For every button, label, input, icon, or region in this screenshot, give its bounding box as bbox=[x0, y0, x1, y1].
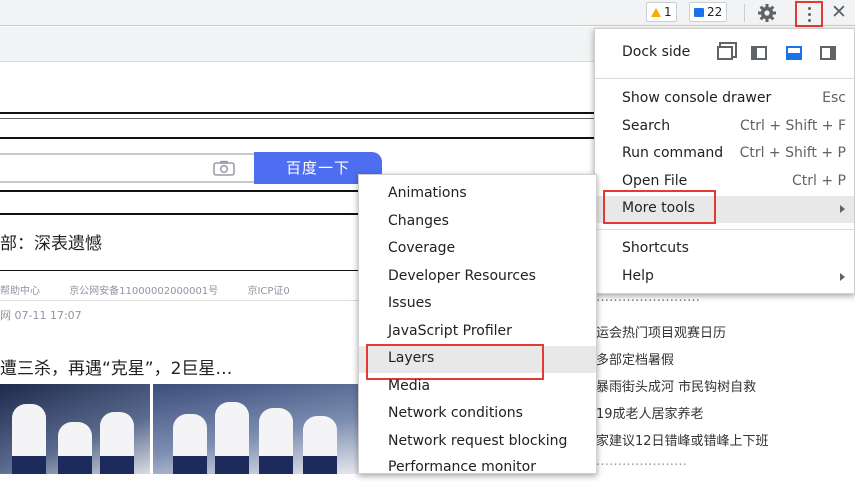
submenu-item-label: Media bbox=[388, 378, 431, 394]
submenu-item-label: Performance monitor bbox=[388, 459, 536, 475]
menu-item-shortcut: Ctrl + Shift + P bbox=[739, 145, 846, 161]
submenu-arrow-icon bbox=[840, 273, 845, 281]
devtools-main-menu: Dock side Show console drawer Esc Search… bbox=[594, 28, 855, 294]
highlight-box bbox=[603, 190, 716, 224]
menu-separator bbox=[595, 229, 854, 230]
submenu-item-coverage[interactable]: Coverage bbox=[359, 236, 596, 263]
player-figure bbox=[259, 408, 293, 474]
message-icon bbox=[694, 7, 704, 17]
menu-item-label: Help bbox=[622, 268, 654, 284]
menu-item-help[interactable]: Help bbox=[595, 264, 854, 291]
hot-item[interactable]: ………………… bbox=[596, 454, 687, 469]
player-figure bbox=[58, 422, 92, 474]
submenu-item-label: Developer Resources bbox=[388, 268, 536, 284]
menu-item-run-command[interactable]: Run command Ctrl + Shift + P bbox=[595, 141, 854, 168]
camera-icon[interactable] bbox=[213, 160, 235, 176]
more-tools-submenu: Animations Changes Coverage Developer Re… bbox=[358, 174, 597, 475]
menu-item-shortcut: Ctrl + P bbox=[792, 173, 846, 189]
submenu-item-label: Network conditions bbox=[388, 405, 523, 421]
divider-line bbox=[0, 118, 594, 119]
menu-item-search[interactable]: Search Ctrl + Shift + F bbox=[595, 114, 854, 141]
footer-link[interactable]: 帮助中心 bbox=[0, 286, 40, 297]
hot-item[interactable]: 多部定档暑假 bbox=[596, 349, 674, 368]
submenu-item-label: Network request blocking bbox=[388, 433, 568, 449]
submenu-item-label: Coverage bbox=[388, 240, 456, 256]
warnings-count: 1 bbox=[664, 5, 672, 19]
divider-line bbox=[0, 213, 358, 215]
hot-item[interactable]: 19成老人居家养老 bbox=[596, 403, 704, 422]
footer-link[interactable]: 京ICP证0 bbox=[247, 286, 289, 297]
menu-item-show-console-drawer[interactable]: Show console drawer Esc bbox=[595, 86, 854, 113]
dock-bottom-icon[interactable] bbox=[786, 46, 802, 60]
menu-item-shortcut: Esc bbox=[822, 90, 846, 106]
news-photo[interactable] bbox=[0, 384, 358, 474]
player-figure bbox=[100, 412, 134, 474]
submenu-item-performance-monitor[interactable]: Performance monitor bbox=[359, 455, 596, 482]
submenu-item-network-conditions[interactable]: Network conditions bbox=[359, 401, 596, 428]
submenu-item-javascript-profiler[interactable]: JavaScript Profiler bbox=[359, 319, 596, 346]
messages-count: 22 bbox=[707, 5, 723, 19]
news-headline-2[interactable]: 遭三杀，再遇“克星”，2巨星… bbox=[0, 354, 232, 379]
hot-item[interactable]: 暴雨街头成河 市民钩树自救 bbox=[596, 376, 756, 395]
menu-item-label: Run command bbox=[622, 145, 724, 161]
photo-right bbox=[150, 384, 358, 474]
menu-item-shortcuts[interactable]: Shortcuts bbox=[595, 236, 854, 263]
player-figure bbox=[12, 404, 46, 474]
menu-item-label: Show console drawer bbox=[622, 90, 772, 106]
warnings-badge[interactable]: 1 bbox=[646, 2, 677, 22]
divider-line bbox=[0, 300, 358, 301]
footer-link[interactable]: 京公网安备11000002000001号 bbox=[69, 286, 218, 297]
menu-item-label: Search bbox=[622, 118, 671, 134]
hot-item[interactable]: 运会热门项目观赛日历 bbox=[596, 322, 726, 341]
gear-icon[interactable] bbox=[757, 3, 777, 23]
toolbar-divider bbox=[744, 4, 745, 22]
submenu-item-network-request-blocking[interactable]: Network request blocking bbox=[359, 429, 596, 456]
menu-item-shortcut: Ctrl + Shift + F bbox=[739, 118, 846, 134]
submenu-item-developer-resources[interactable]: Developer Resources bbox=[359, 264, 596, 291]
hot-item[interactable]: 家建议12日错峰或错峰上下班 bbox=[596, 430, 769, 449]
submenu-item-issues[interactable]: Issues bbox=[359, 291, 596, 318]
submenu-item-label: Issues bbox=[388, 295, 432, 311]
player-figure bbox=[215, 402, 249, 474]
divider-line bbox=[0, 270, 358, 271]
photo-left bbox=[0, 384, 150, 474]
menu-separator bbox=[595, 78, 854, 79]
warning-icon bbox=[651, 7, 661, 17]
submenu-item-media[interactable]: Media bbox=[359, 374, 596, 401]
news-meta: 网 07-11 17:07 bbox=[0, 309, 82, 322]
dock-undock-icon[interactable] bbox=[717, 46, 733, 60]
devtools-toolbar: 1 22 ✕ bbox=[0, 0, 855, 27]
dock-left-icon[interactable] bbox=[751, 46, 767, 60]
divider-line bbox=[0, 190, 358, 192]
submenu-item-label: Animations bbox=[388, 185, 467, 201]
menu-item-label: Open File bbox=[622, 173, 688, 189]
submenu-item-animations[interactable]: Animations bbox=[359, 181, 596, 208]
divider-line bbox=[0, 137, 594, 139]
close-icon[interactable]: ✕ bbox=[829, 0, 849, 24]
news-headline[interactable]: 部：深表遗憾 bbox=[0, 229, 102, 254]
menu-item-label: Shortcuts bbox=[622, 240, 689, 256]
player-figure bbox=[173, 414, 207, 474]
submenu-item-label: Changes bbox=[388, 213, 449, 229]
divider-line bbox=[0, 112, 594, 114]
kebab-icon[interactable] bbox=[795, 1, 823, 27]
submenu-arrow-icon bbox=[840, 205, 845, 213]
submenu-item-changes[interactable]: Changes bbox=[359, 209, 596, 236]
dock-side-label: Dock side bbox=[622, 44, 691, 60]
submenu-item-label: JavaScript Profiler bbox=[388, 323, 512, 339]
messages-badge[interactable]: 22 bbox=[689, 2, 728, 22]
footer-links: 帮助中心 京公网安备11000002000001号 京ICP证0 bbox=[0, 282, 316, 297]
dock-right-icon[interactable] bbox=[820, 46, 836, 60]
player-figure bbox=[303, 416, 337, 474]
